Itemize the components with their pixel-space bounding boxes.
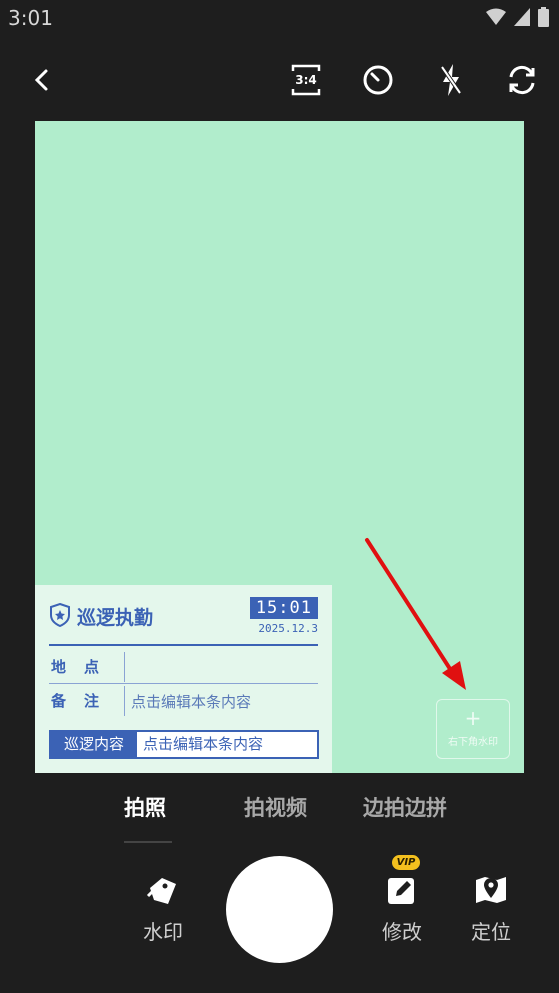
tag-icon — [146, 878, 176, 904]
tab-shoot-and-stitch[interactable]: 边拍边拼 — [363, 792, 447, 822]
signal-icon — [514, 8, 530, 26]
flash-button[interactable] — [431, 62, 471, 98]
chevron-left-icon — [34, 69, 48, 91]
wifi-icon — [486, 8, 506, 25]
edit-button[interactable]: 修改 — [372, 874, 432, 945]
watermark-row-location[interactable]: 地点 — [49, 650, 318, 684]
vip-badge: VIP — [392, 855, 420, 870]
add-corner-watermark-button[interactable]: + 右下角水印 — [436, 699, 510, 759]
camera-toolbar: 3:4 — [0, 50, 559, 108]
watermark-card[interactable]: 巡逻执勤 15:01 2025.12.3 地点 备注 点击编辑本条内容 巡逻内容… — [35, 585, 332, 773]
tab-video[interactable]: 拍视频 — [244, 792, 307, 822]
watermark-button-label: 水印 — [143, 920, 183, 944]
watermark-date: 2025.12.3 — [258, 622, 318, 635]
timer-icon — [363, 65, 393, 95]
watermark-row-label: 地点 — [51, 658, 118, 676]
watermark-row-label: 备注 — [51, 692, 118, 710]
patrol-content-label: 巡逻内容 — [51, 732, 137, 757]
plus-icon: + — [464, 706, 482, 730]
add-watermark-label: 右下角水印 — [448, 737, 498, 748]
watermark-divider — [49, 644, 318, 646]
edit-icon — [388, 878, 414, 904]
location-button-label: 定位 — [471, 920, 511, 944]
camera-switch-icon — [509, 65, 535, 95]
edit-button-label: 修改 — [382, 920, 422, 944]
status-time: 3:01 — [8, 6, 53, 30]
location-button[interactable]: 定位 — [461, 874, 521, 945]
status-bar: 3:01 — [0, 0, 559, 38]
tab-photo[interactable]: 拍照 — [124, 792, 166, 822]
row-divider — [124, 652, 125, 682]
watermark-row-value: 点击编辑本条内容 — [131, 693, 252, 711]
camera-preview[interactable]: 巡逻执勤 15:01 2025.12.3 地点 备注 点击编辑本条内容 巡逻内容… — [35, 121, 524, 773]
patrol-content-field[interactable]: 巡逻内容 点击编辑本条内容 — [49, 730, 319, 759]
timer-button[interactable] — [358, 62, 398, 98]
watermark-button[interactable]: 水印 — [133, 874, 193, 945]
watermark-time: 15:01 — [249, 597, 318, 619]
shutter-button[interactable] — [226, 856, 333, 963]
back-button[interactable] — [22, 62, 62, 98]
patrol-content-value: 点击编辑本条内容 — [143, 735, 264, 753]
watermark-row-remark[interactable]: 备注 点击编辑本条内容 — [49, 684, 318, 718]
map-pin-icon — [476, 877, 506, 903]
aspect-ratio-button[interactable]: 3:4 — [286, 62, 326, 98]
switch-camera-button[interactable] — [502, 62, 542, 98]
aspect-ratio-label: 3:4 — [295, 73, 317, 87]
battery-icon — [538, 7, 549, 27]
watermark-title: 巡逻执勤 — [77, 607, 154, 629]
flash-off-icon — [440, 64, 462, 96]
capture-mode-tabs: 拍照 拍视频 边拍边拼 — [0, 792, 559, 843]
status-icons — [486, 7, 549, 27]
shield-star-icon — [50, 603, 70, 627]
active-tab-indicator — [124, 841, 172, 843]
row-divider — [124, 686, 125, 716]
